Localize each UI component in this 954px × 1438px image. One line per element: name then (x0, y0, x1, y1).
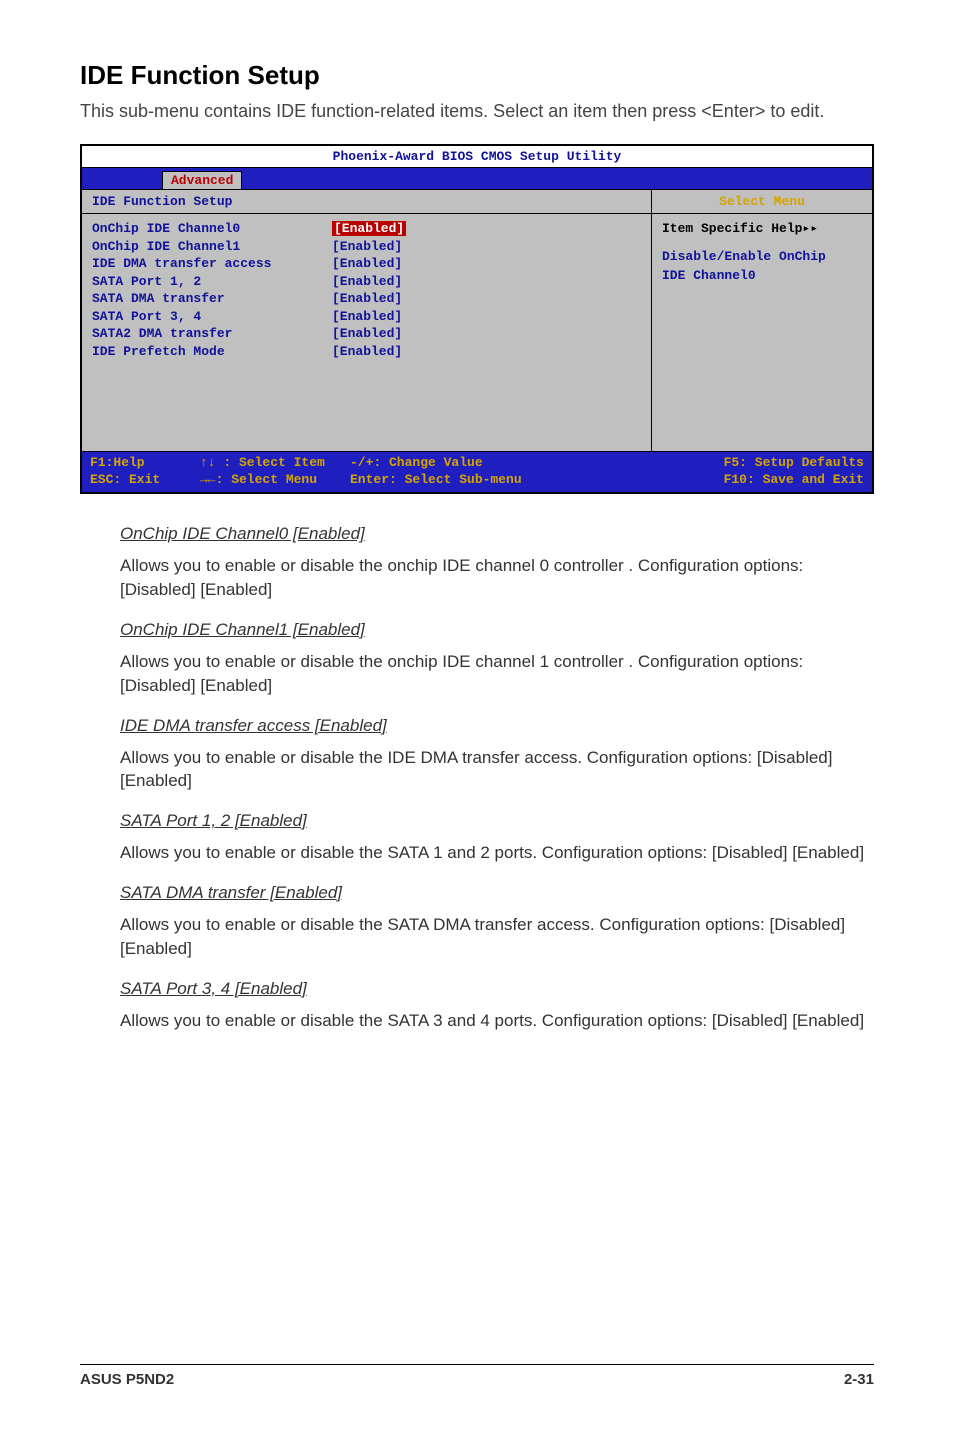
page-footer: ASUS P5ND2 2-31 (80, 1364, 874, 1388)
section-head: OnChip IDE Channel0 [Enabled] (120, 524, 874, 544)
hint-select-item: ↑↓ : Select Item (200, 455, 350, 472)
hint-f10: F10: Save and Exit (600, 472, 864, 489)
hint-esc: ESC: Exit (90, 472, 200, 489)
bios-footer: F1:Help ↑↓ : Select Item -/+: Change Val… (82, 452, 872, 493)
bios-item-value: [Enabled] (332, 290, 641, 308)
tab-advanced[interactable]: Advanced (162, 171, 242, 189)
bios-item-list: OnChip IDE Channel0 [Enabled] OnChip IDE… (82, 214, 651, 450)
bios-row[interactable]: OnChip IDE Channel0 [Enabled] (92, 220, 641, 238)
section-body: Allows you to enable or disable the onch… (120, 650, 874, 698)
bios-item-label: SATA2 DMA transfer (92, 325, 332, 343)
bios-item-label: SATA DMA transfer (92, 290, 332, 308)
page-title: IDE Function Setup (80, 60, 874, 91)
help-body: Disable/Enable OnChip (662, 248, 862, 266)
bios-item-label: SATA Port 3, 4 (92, 308, 332, 326)
section-head: SATA DMA transfer [Enabled] (120, 883, 874, 903)
footer-page: 2-31 (844, 1371, 874, 1388)
hint-select-menu: →←: Select Menu (200, 472, 350, 489)
intro-text: This sub-menu contains IDE function-rela… (80, 99, 874, 124)
bios-row[interactable]: IDE DMA transfer access [Enabled] (92, 255, 641, 273)
section-body: Allows you to enable or disable the IDE … (120, 746, 874, 794)
bios-item-value: [Enabled] (332, 343, 641, 361)
bios-item-value: [Enabled] (332, 308, 641, 326)
content-sections: OnChip IDE Channel0 [Enabled] Allows you… (80, 524, 874, 1032)
bios-box: Phoenix-Award BIOS CMOS Setup Utility Ad… (80, 144, 874, 494)
help-body: IDE Channel0 (662, 267, 862, 285)
bios-item-value: [Enabled] (332, 273, 641, 291)
section-head: IDE DMA transfer access [Enabled] (120, 716, 874, 736)
section-head: OnChip IDE Channel1 [Enabled] (120, 620, 874, 640)
bios-item-value: [Enabled] (332, 220, 641, 238)
bios-row[interactable]: SATA2 DMA transfer [Enabled] (92, 325, 641, 343)
bios-item-value: [Enabled] (332, 325, 641, 343)
bios-tabs: Advanced (82, 168, 872, 190)
section-body: Allows you to enable or disable the onch… (120, 554, 874, 602)
section-body: Allows you to enable or disable the SATA… (120, 1009, 874, 1033)
bios-item-label: IDE DMA transfer access (92, 255, 332, 273)
bios-item-label: SATA Port 1, 2 (92, 273, 332, 291)
bios-row[interactable]: OnChip IDE Channel1 [Enabled] (92, 238, 641, 256)
bios-item-label: IDE Prefetch Mode (92, 343, 332, 361)
bios-item-label: OnChip IDE Channel0 (92, 220, 332, 238)
bios-row[interactable]: SATA Port 1, 2 [Enabled] (92, 273, 641, 291)
hint-enter: Enter: Select Sub-menu (350, 472, 600, 489)
bios-row[interactable]: SATA Port 3, 4 [Enabled] (92, 308, 641, 326)
bios-row[interactable]: SATA DMA transfer [Enabled] (92, 290, 641, 308)
section-body: Allows you to enable or disable the SATA… (120, 841, 874, 865)
section-head: SATA Port 3, 4 [Enabled] (120, 979, 874, 999)
bios-subheader: IDE Function Setup (82, 190, 651, 214)
bios-title: Phoenix-Award BIOS CMOS Setup Utility (82, 146, 872, 168)
section-head: SATA Port 1, 2 [Enabled] (120, 811, 874, 831)
hint-change: -/+: Change Value (350, 455, 600, 472)
section-body: Allows you to enable or disable the SATA… (120, 913, 874, 961)
hint-f1: F1:Help (90, 455, 200, 472)
footer-product: ASUS P5ND2 (80, 1371, 174, 1388)
bios-row[interactable]: IDE Prefetch Mode [Enabled] (92, 343, 641, 361)
bios-item-label: OnChip IDE Channel1 (92, 238, 332, 256)
bios-item-value: [Enabled] (332, 255, 641, 273)
bios-item-value: [Enabled] (332, 238, 641, 256)
help-title: Item Specific Help▸▸ (662, 220, 862, 238)
bios-right-header: Select Menu (652, 190, 872, 214)
hint-f5: F5: Setup Defaults (600, 455, 864, 472)
